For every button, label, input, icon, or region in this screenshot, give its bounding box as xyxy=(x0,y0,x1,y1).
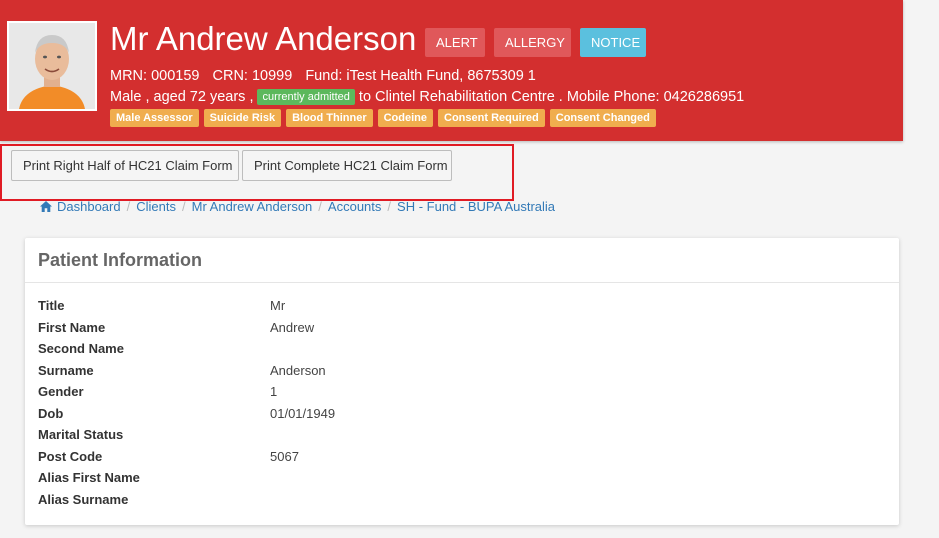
tag-male-assessor: Male Assessor xyxy=(110,109,199,127)
info-label: Alias First Name xyxy=(38,470,140,486)
info-label: Second Name xyxy=(38,341,124,357)
panel-title: Patient Information xyxy=(25,238,899,283)
breadcrumb-separator: / xyxy=(126,199,131,214)
breadcrumb-separator: / xyxy=(318,199,322,214)
patient-identifiers: MRN: 000159 CRN: 10999 Fund: iTest Healt… xyxy=(110,68,545,84)
info-value: 1 xyxy=(270,384,278,400)
page: Mr Andrew Anderson ALERT ALLERGY NOTICE … xyxy=(0,0,939,538)
info-value: 5067 xyxy=(270,448,299,464)
avatar xyxy=(9,23,95,109)
patient-photo xyxy=(7,21,97,111)
patient-header: Mr Andrew Anderson ALERT ALLERGY NOTICE … xyxy=(0,0,903,141)
allergy-button[interactable]: ALLERGY xyxy=(494,28,571,57)
info-row-title: Title Mr xyxy=(38,295,335,317)
patient-tags: Male Assessor Suicide Risk Blood Thinner… xyxy=(110,109,656,127)
info-row-surname: Surname Anderson xyxy=(38,360,335,382)
admission-status-badge: currently admitted xyxy=(257,89,355,105)
info-label: Marital Status xyxy=(38,427,124,443)
info-label: Surname xyxy=(38,362,94,378)
tag-consent-changed: Consent Changed xyxy=(549,109,656,127)
notice-button[interactable]: NOTICE xyxy=(580,28,646,57)
info-row-second-name: Second Name xyxy=(38,338,335,360)
info-label: Title xyxy=(38,298,65,314)
info-row-alias-first-name: Alias First Name xyxy=(38,467,335,489)
info-label: Post Code xyxy=(38,448,103,464)
tag-blood-thinner: Blood Thinner xyxy=(286,109,373,127)
demographics: Male , aged 72 years , xyxy=(110,89,254,105)
info-row-gender: Gender 1 xyxy=(38,381,335,403)
info-row-dob: Dob 01/01/1949 xyxy=(38,403,335,425)
breadcrumb-fund[interactable]: SH - Fund - BUPA Australia xyxy=(397,199,555,214)
breadcrumb-separator: / xyxy=(387,199,392,214)
breadcrumb-accounts[interactable]: Accounts xyxy=(328,199,381,214)
breadcrumb-separator: / xyxy=(181,199,186,214)
mrn: MRN: 000159 xyxy=(110,68,200,84)
tag-suicide-risk: Suicide Risk xyxy=(203,109,282,127)
breadcrumb-dashboard[interactable]: Dashboard xyxy=(57,199,121,214)
info-row-marital-status: Marital Status xyxy=(38,424,335,446)
patient-info-table: Title Mr First Name Andrew Second Name S… xyxy=(38,295,335,510)
info-row-post-code: Post Code 5067 xyxy=(38,446,335,468)
tag-codeine: Codeine xyxy=(377,109,434,127)
info-label: Dob xyxy=(38,405,64,421)
patient-information-panel: Patient Information Title Mr First Name … xyxy=(25,238,899,525)
patient-status-line: Male , aged 72 years , currently admitte… xyxy=(110,89,744,105)
info-value: Mr xyxy=(270,298,286,314)
print-right-half-button[interactable]: Print Right Half of HC21 Claim Form xyxy=(11,150,239,181)
patient-name: Mr Andrew Anderson xyxy=(110,20,417,57)
info-label: First Name xyxy=(38,319,106,335)
breadcrumb-patient[interactable]: Mr Andrew Anderson xyxy=(192,199,313,214)
alert-button[interactable]: ALERT xyxy=(425,28,485,57)
info-row-alias-surname: Alias Surname xyxy=(38,489,335,511)
fund: Fund: iTest Health Fund, 8675309 1 xyxy=(305,68,536,84)
info-row-first-name: First Name Andrew xyxy=(38,317,335,339)
crn: CRN: 10999 xyxy=(212,68,293,84)
breadcrumb-clients[interactable]: Clients xyxy=(136,199,176,214)
info-label: Gender xyxy=(38,384,84,400)
admission-location: to Clintel Rehabilitation Centre . Mobil… xyxy=(358,89,745,105)
home-icon xyxy=(40,201,52,212)
breadcrumb: Dashboard / Clients / Mr Andrew Anderson… xyxy=(40,199,555,214)
print-complete-button[interactable]: Print Complete HC21 Claim Form xyxy=(242,150,452,181)
info-value: Andrew xyxy=(270,319,315,335)
tag-consent-required: Consent Required xyxy=(438,109,545,127)
info-value: Anderson xyxy=(270,362,326,378)
info-value: 01/01/1949 xyxy=(270,405,336,421)
info-label: Alias Surname xyxy=(38,491,129,507)
